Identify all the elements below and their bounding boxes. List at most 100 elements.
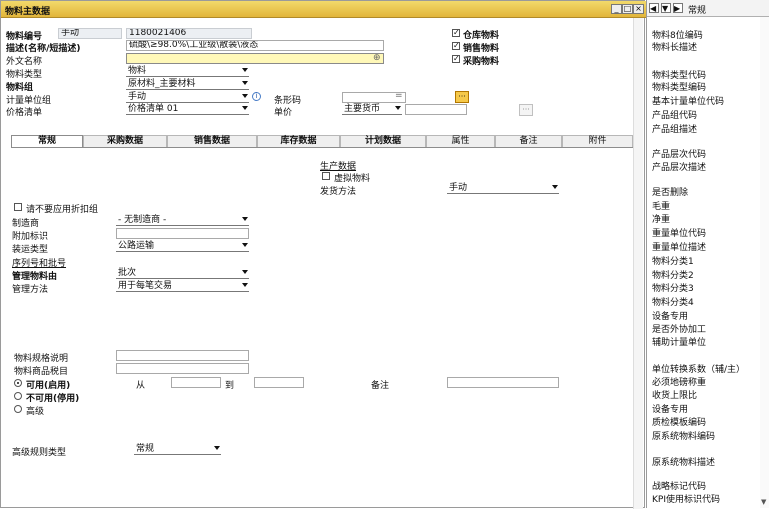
tab-inventory[interactable]: 库存数据 [257,135,340,147]
udf-field-label: 原系统物料描述 [652,458,716,468]
tab-attachments[interactable]: 附件 [562,135,633,147]
chevron-down-icon [242,243,248,247]
purchase-item-label: 采购物料 [463,57,500,67]
shipping-type-label: 装运类型 [12,245,49,255]
currency-select[interactable]: 主要货币 [342,104,402,115]
description-label: 描述(名称/短描述) [6,44,81,54]
manufacturer-label: 制造商 [12,219,40,229]
udf-field-label: 必须地磅称重 [652,378,707,388]
inventory-item-label: 仓库物料 [463,31,500,41]
item-type-select[interactable]: 物料 [126,66,249,77]
tab-general-content [11,147,633,504]
no-discount-label: 请不要应用折扣组 [26,205,99,215]
chevron-down-icon [242,81,248,85]
udf-field-label: 物料分类3 [652,284,694,294]
tab-purchasing[interactable]: 采购数据 [83,135,167,147]
manage-method-label: 管理方法 [12,285,49,295]
chevron-down-icon [552,185,558,189]
spec-label: 物料规格说明 [14,354,69,364]
advanced-label: 高级 [26,407,45,417]
item-code-field[interactable]: 1180021406 [126,28,252,39]
price-details-button[interactable]: ··· [519,104,533,116]
udf-field-label: 产品组描述 [652,125,698,135]
udf-field-label: 产品组代码 [652,111,698,121]
foreign-name-label: 外文名称 [6,57,43,67]
udf-field-label: 是否删除 [652,188,689,198]
tab-strip: 常规 采购数据 销售数据 库存数据 计划数据 属性 备注 附件 [11,135,633,148]
spec-field[interactable] [116,350,249,361]
from-label: 从 [136,381,146,391]
manufacturer-select[interactable]: - 无制造商 - [116,215,249,226]
tax-field[interactable] [116,363,249,374]
udf-side-panel: ◀ ▼ ▶ 常规 物料8位编码 物料长描述 物料类型代码 物料类型编码 基本计量单位代码… [646,0,769,508]
udf-field-label: 物料分类1 [652,257,694,267]
udf-field-label: 毛重 [652,202,671,212]
adv-rule-select[interactable]: 常规 [134,444,221,455]
item-type-label: 物料类型 [6,70,43,80]
udf-field-label: 物料长描述 [652,43,698,53]
window-title: 物料主数据 [5,7,51,17]
adv-rule-label: 高级规则类型 [12,448,67,458]
tab-sales[interactable]: 销售数据 [167,135,257,147]
no-discount-checkbox[interactable] [14,203,22,211]
shipping-type-select[interactable]: 公路运输 [116,241,249,252]
chevron-down-icon [242,106,248,110]
additional-id-field[interactable] [116,228,249,239]
sales-item-checkbox[interactable]: ✓ [452,42,460,50]
issue-method-label: 发货方法 [320,187,357,197]
numbering-mode[interactable]: 手动 [58,28,122,39]
item-master-window: 物料主数据 _ □ × 物料编号 手动 1180021406 描述(名称/短描述… [0,0,646,509]
inactive-radio[interactable] [14,392,22,400]
item-group-label: 物料组 [6,83,34,93]
sales-item-label: 销售物料 [463,44,500,54]
unit-price-field[interactable] [405,104,467,115]
item-group-select[interactable]: 原材料_主要材料 [126,79,249,90]
tab-properties[interactable]: 属性 [426,135,495,147]
side-panel-scrollbar[interactable]: ▼ [760,17,769,508]
translate-icon[interactable]: ⊕ [373,53,381,63]
uom-group-select[interactable]: 手动 [126,92,249,103]
info-icon[interactable]: i [252,92,261,101]
udf-field-label: 设备专用 [652,312,689,322]
from-date-field[interactable] [171,377,221,388]
udf-field-label: 净重 [652,215,671,225]
maximize-icon[interactable]: □ [622,4,633,14]
inventory-item-checkbox[interactable]: ✓ [452,29,460,37]
purchase-item-checkbox[interactable]: ✓ [452,55,460,63]
udf-field-label: 单位转换系数（辅/主） [652,365,746,375]
side-panel-header: ◀ ▼ ▶ 常规 [647,0,769,17]
remarks-field[interactable] [447,377,559,388]
inactive-label: 不可用(停用) [26,394,80,404]
price-list-select[interactable]: 价格清单 01 [126,104,249,115]
active-radio[interactable] [14,379,22,387]
tab-remarks[interactable]: 备注 [495,135,562,147]
manage-by-select[interactable]: 批次 [116,268,249,279]
category-select[interactable]: 常规 [688,3,706,16]
additional-id-label: 附加标识 [12,232,49,242]
udf-field-label: 物料分类2 [652,271,694,281]
chevron-down-icon [242,283,248,287]
chevron-down-icon [242,217,248,221]
description-field[interactable]: 硫酸\≥98.0%\工业级\散装\液态 [126,40,384,51]
phantom-item-label: 虚拟物料 [334,174,371,184]
form-scrollbar[interactable] [633,18,643,509]
scroll-down-icon[interactable]: ▼ [761,498,766,506]
udf-field-label: 重量单位描述 [652,243,707,253]
udf-field-label: 重量单位代码 [652,229,707,239]
issue-method-select[interactable]: 手动 [447,183,559,194]
manage-method-select[interactable]: 用于每笔交易 [116,281,249,292]
foreign-name-field[interactable] [126,53,384,64]
minimize-icon[interactable]: _ [611,4,622,14]
phantom-item-checkbox[interactable] [322,172,330,180]
udf-field-label: KPI使用标识代码 [652,495,720,505]
barcode-lookup-button[interactable]: ··· [455,91,469,103]
tab-planning[interactable]: 计划数据 [340,135,426,147]
to-date-field[interactable] [254,377,304,388]
udf-field-label: 辅助计量单位 [652,338,707,348]
advanced-radio[interactable] [14,405,22,413]
udf-field-label: 质检模板编码 [652,418,707,428]
udf-field-label: 基本计量单位代码 [652,97,725,107]
unit-price-label: 单价 [274,108,293,118]
close-icon[interactable]: × [633,4,644,14]
chevron-down-icon [214,446,220,450]
